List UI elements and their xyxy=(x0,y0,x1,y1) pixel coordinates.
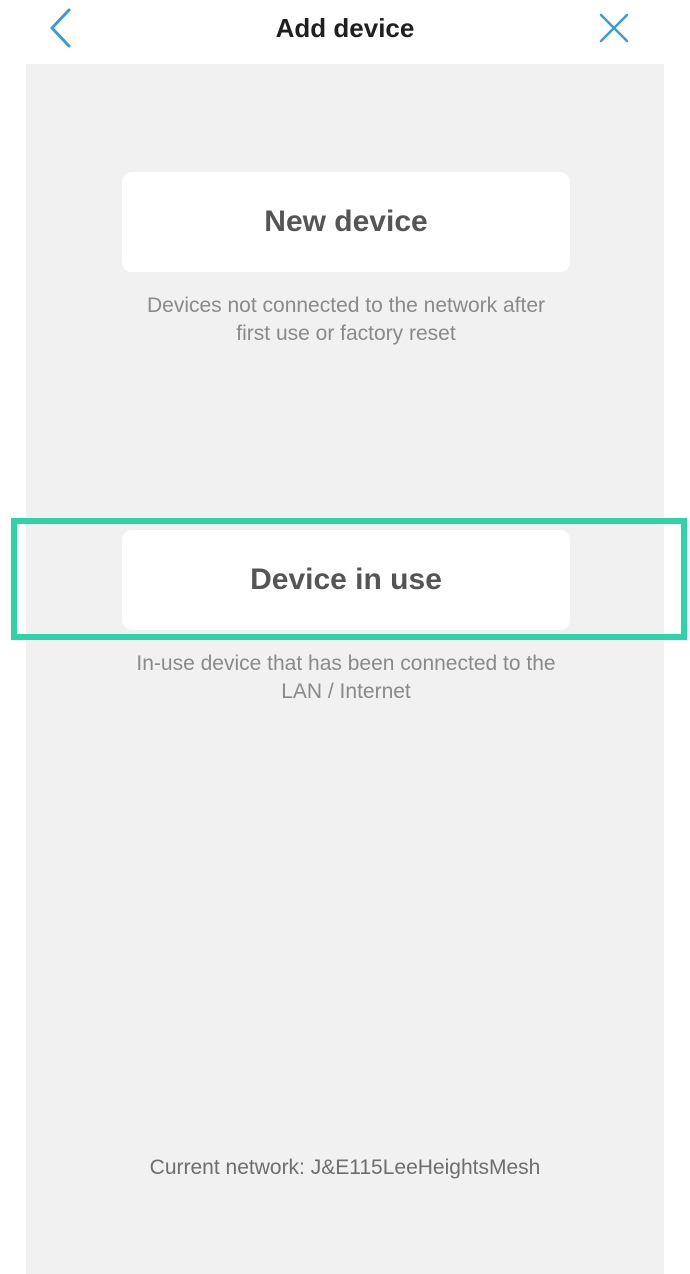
device-in-use-description-line2: LAN / Internet xyxy=(281,680,411,703)
device-in-use-button[interactable]: Device in use xyxy=(122,530,570,630)
current-network-label: Current network: J&E115LeeHeightsMesh xyxy=(149,1156,541,1179)
new-device-description-line1: Devices not connected to the network aft… xyxy=(146,294,546,317)
close-button[interactable] xyxy=(592,6,636,50)
header-bar: Add device xyxy=(0,0,690,62)
page-title: Add device xyxy=(275,13,415,43)
content-area: New device Devices not connected to the … xyxy=(26,64,664,1274)
new-device-button[interactable]: New device xyxy=(122,172,570,272)
close-icon xyxy=(599,13,629,43)
device-in-use-description-line1: In-use device that has been connected to… xyxy=(136,652,556,675)
device-in-use-description: In-use device that has been connected to… xyxy=(66,650,626,706)
new-device-description: Devices not connected to the network aft… xyxy=(66,292,626,348)
new-device-description-line2: first use or factory reset xyxy=(236,322,456,345)
